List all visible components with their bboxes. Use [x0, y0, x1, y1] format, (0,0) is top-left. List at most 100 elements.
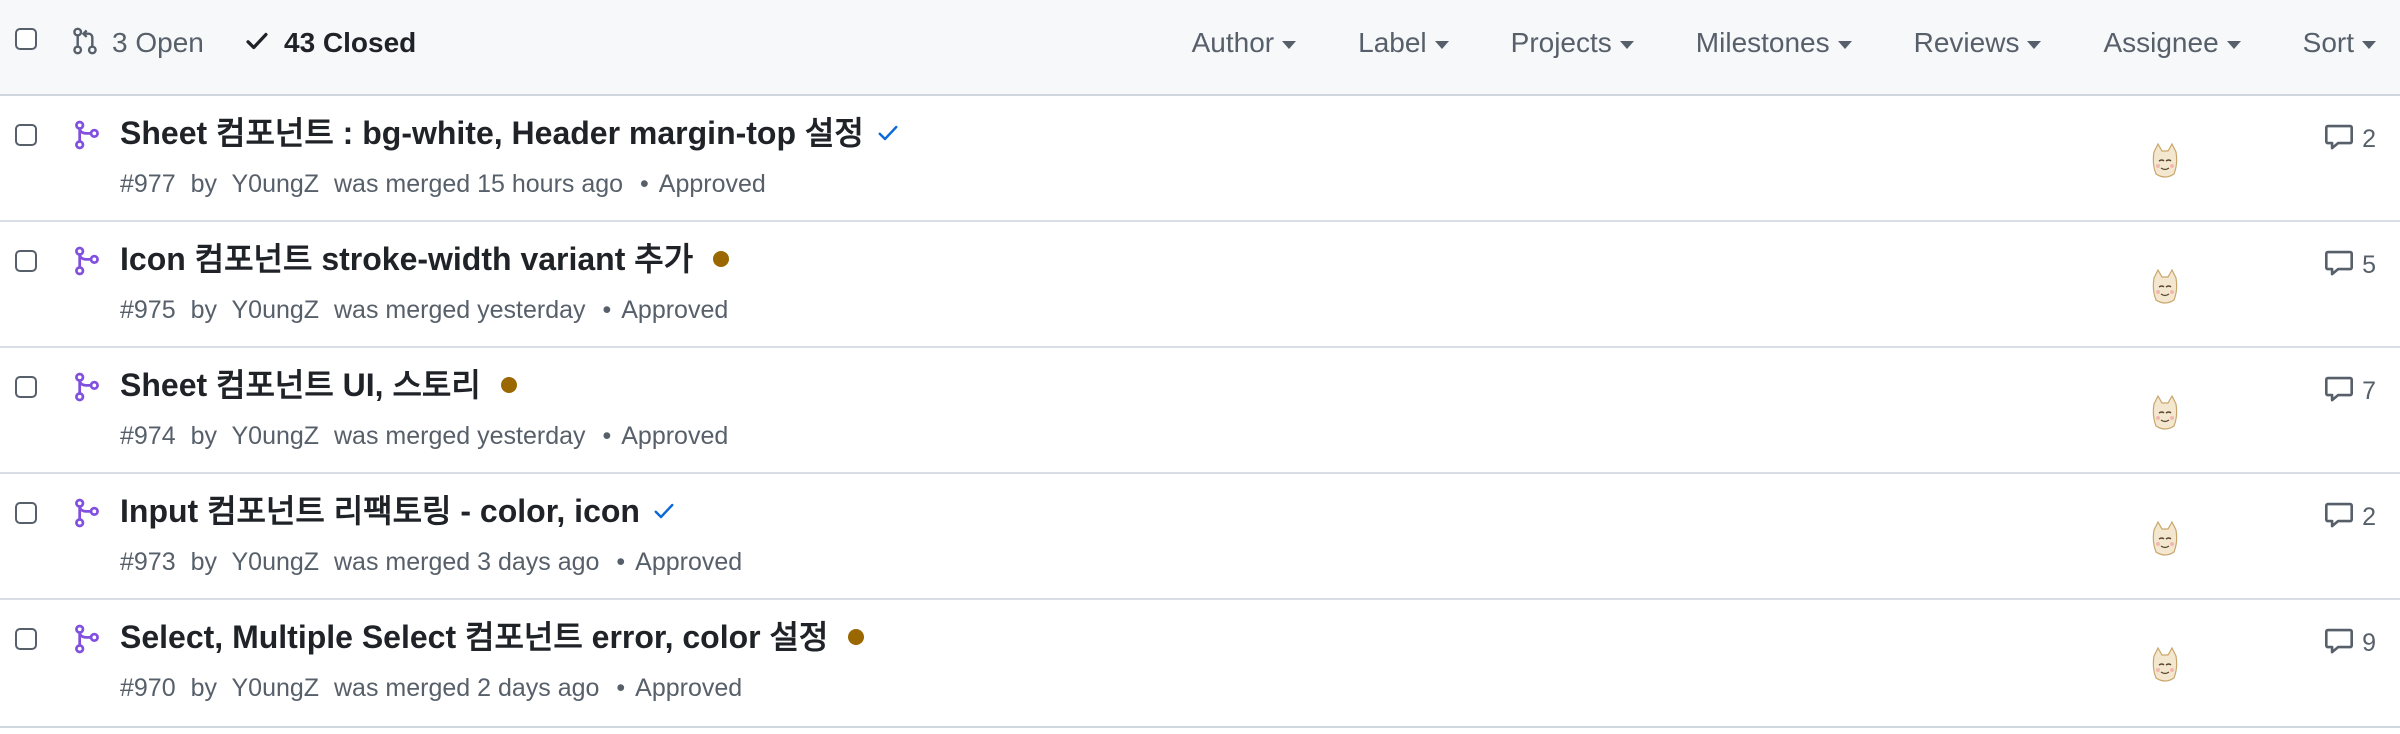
comment-count: 7 [2362, 376, 2376, 405]
row-checkbox[interactable] [15, 628, 37, 650]
pull-request-list: 3 Open 43 Closed Author Label Projects M… [0, 0, 2400, 728]
caret-down-icon [2027, 41, 2042, 49]
comment-count: 9 [2362, 628, 2376, 657]
pull-request-meta: #970 by Y0ungZ was merged 2 days ago • Ap… [120, 672, 742, 704]
pull-request-row: Sheet 컴포넌트 UI, 스토리 #974 by Y0ungZ was me… [0, 348, 2400, 474]
sort-filter[interactable]: Sort [2303, 24, 2376, 62]
review-status[interactable]: Approved [659, 170, 766, 198]
separator-dot: • [640, 170, 649, 198]
reviews-filter[interactable]: Reviews [1914, 24, 2042, 62]
pull-request-number: #974 [120, 422, 176, 450]
separator-dot: • [616, 548, 626, 576]
select-all-checkbox[interactable] [15, 28, 37, 50]
pending-dot-icon[interactable] [705, 251, 730, 267]
pending-dot-icon[interactable] [493, 377, 517, 393]
label-filter[interactable]: Label [1358, 24, 1449, 62]
comment-icon [2324, 122, 2354, 155]
merged-time: was merged 2 days ago [334, 674, 600, 702]
comment-icon [2324, 626, 2354, 659]
pull-request-number: #977 [120, 170, 176, 198]
author-link[interactable]: Y0ungZ [231, 674, 319, 702]
projects-filter-label: Projects [1510, 27, 1612, 58]
list-header: 3 Open 43 Closed Author Label Projects M… [0, 0, 2400, 96]
pull-request-title[interactable]: Sheet 컴포넌트 : bg-white, Header margin-top… [120, 112, 864, 154]
pending-dot-icon[interactable] [840, 629, 865, 645]
avatar[interactable] [2150, 142, 2180, 180]
author-link[interactable]: Y0ungZ [231, 548, 319, 576]
caret-down-icon [1619, 41, 1634, 49]
merged-icon [74, 372, 100, 407]
projects-filter[interactable]: Projects [1511, 24, 1634, 62]
pull-request-title[interactable]: Input 컴포넌트 리팩토링 - color, icon [120, 490, 640, 532]
author-link[interactable]: Y0ungZ [231, 422, 319, 450]
pull-request-row: Sheet 컴포넌트 : bg-white, Header margin-top… [0, 96, 2400, 222]
comment-icon [2324, 500, 2354, 533]
comment-icon [2324, 248, 2354, 281]
filter-bar: Author Label Projects Milestones Reviews… [1192, 24, 2376, 62]
pull-request-number: #975 [120, 296, 176, 324]
author-filter[interactable]: Author [1192, 24, 1297, 62]
row-checkbox[interactable] [15, 124, 37, 146]
assignee-filter-label: Assignee [2103, 27, 2219, 58]
author-filter-label: Author [1191, 27, 1275, 58]
pull-request-row: Select, Multiple Select 컴포넌트 error, colo… [0, 600, 2400, 726]
review-status[interactable]: Approved [635, 674, 742, 702]
milestones-filter[interactable]: Milestones [1696, 24, 1852, 62]
merged-icon [74, 624, 100, 659]
comments-link[interactable]: 2 [2324, 122, 2376, 155]
author-link[interactable]: Y0ungZ [231, 296, 319, 324]
pull-request-title[interactable]: Sheet 컴포넌트 UI, 스토리 [120, 364, 481, 406]
caret-down-icon [2362, 41, 2376, 49]
comments-link[interactable]: 5 [2324, 248, 2376, 281]
author-link[interactable]: Y0ungZ [231, 170, 319, 198]
review-status[interactable]: Approved [621, 296, 728, 324]
by-label: by [190, 548, 217, 576]
check-icon[interactable] [876, 121, 900, 145]
avatar[interactable] [2150, 646, 2180, 684]
comment-count: 2 [2362, 124, 2376, 153]
comment-icon [2324, 374, 2354, 407]
reviews-filter-label: Reviews [1913, 27, 2020, 58]
merged-time: was merged 3 days ago [334, 548, 600, 576]
caret-down-icon [1434, 41, 1449, 49]
caret-down-icon [2226, 41, 2241, 49]
milestones-filter-label: Milestones [1695, 27, 1830, 58]
caret-down-icon [1282, 41, 1297, 49]
separator-dot: • [602, 296, 612, 324]
open-filter[interactable]: 3 Open [72, 25, 204, 61]
comment-count: 5 [2362, 250, 2376, 279]
assignee-filter[interactable]: Assignee [2103, 24, 2241, 62]
by-label: by [190, 170, 217, 198]
pull-request-meta: #974 by Y0ungZ was merged yesterday • App… [120, 420, 728, 452]
avatar[interactable] [2150, 394, 2180, 432]
comments-link[interactable]: 2 [2324, 500, 2376, 533]
sort-filter-label: Sort [2302, 27, 2354, 58]
merged-icon [74, 246, 100, 281]
avatar[interactable] [2150, 268, 2180, 306]
review-status[interactable]: Approved [635, 548, 742, 576]
row-checkbox[interactable] [15, 250, 37, 272]
merged-time: was merged 15 hours ago [334, 170, 624, 198]
check-icon [244, 28, 270, 59]
pull-request-title[interactable]: Select, Multiple Select 컴포넌트 error, colo… [120, 616, 828, 658]
merged-icon [74, 120, 100, 155]
closed-filter[interactable]: 43 Closed [244, 25, 416, 61]
closed-count: 43 Closed [284, 27, 417, 58]
label-filter-label: Label [1358, 27, 1427, 58]
by-label: by [190, 296, 217, 324]
pull-request-title[interactable]: Icon 컴포넌트 stroke-width variant 추가 [120, 238, 693, 280]
row-checkbox[interactable] [15, 376, 37, 398]
check-icon[interactable] [652, 499, 676, 523]
by-label: by [190, 422, 217, 450]
comment-count: 2 [2362, 502, 2376, 531]
row-checkbox[interactable] [15, 502, 37, 524]
merged-icon [74, 498, 100, 533]
avatar[interactable] [2150, 520, 2180, 558]
separator-dot: • [616, 674, 626, 702]
review-status[interactable]: Approved [621, 422, 728, 450]
comments-link[interactable]: 7 [2324, 374, 2376, 407]
pull-request-row: Icon 컴포넌트 stroke-width variant 추가 #975 b… [0, 222, 2400, 348]
comments-link[interactable]: 9 [2324, 626, 2376, 659]
separator-dot: • [602, 422, 612, 450]
pull-request-row: Input 컴포넌트 리팩토링 - color, icon #973 by Y0… [0, 474, 2400, 600]
